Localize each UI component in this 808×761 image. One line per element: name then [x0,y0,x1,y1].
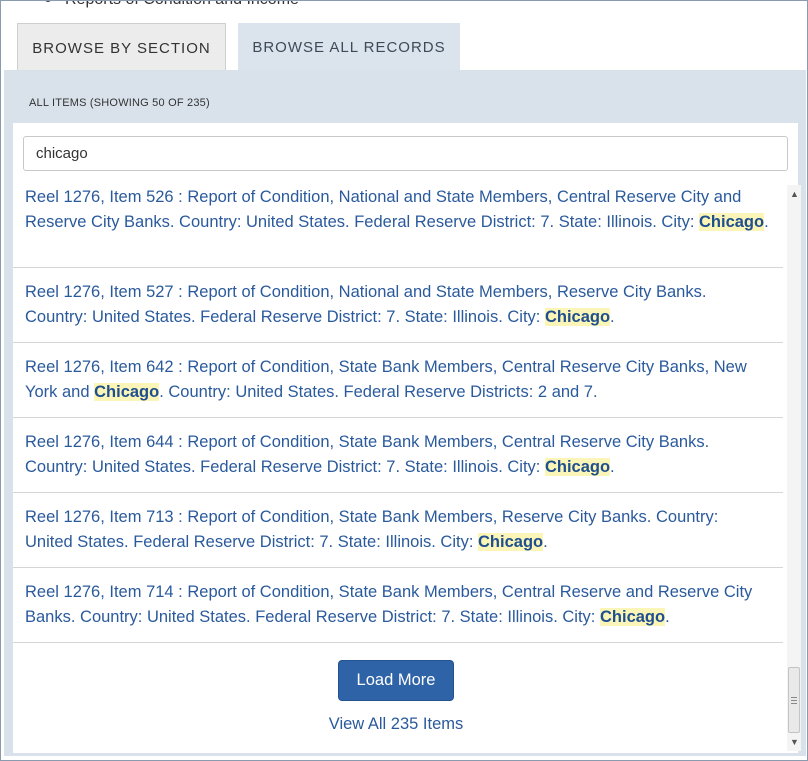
record-text-end: . Country: United States. Federal Reserv… [159,383,598,401]
record-text: Reel 1276, Item 526 : Report of Conditio… [25,188,742,231]
record-text-end: . [610,308,615,326]
record-text: Reel 1276, Item 713 : Report of Conditio… [25,508,719,551]
load-more-button[interactable]: Load More [338,660,454,701]
record-text-end: . [610,458,615,476]
records-list: Reel 1276, Item 526 : Report of Conditio… [13,183,783,643]
record-link[interactable]: Reel 1276, Item 644 : Report of Conditio… [25,430,769,480]
search-highlight: Chicago [478,533,544,551]
scroll-up-arrow-icon[interactable]: ▲ [790,189,799,199]
filter-search-input[interactable] [23,136,788,171]
list-item: Reel 1276, Item 526 : Report of Conditio… [13,183,783,268]
record-text-end: . [543,533,548,551]
items-count-header: ALL ITEMS (SHOWING 50 OF 235) [29,97,210,109]
list-item: Reel 1276, Item 642 : Report of Conditio… [13,343,783,418]
record-link[interactable]: Reel 1276, Item 527 : Report of Conditio… [25,280,769,330]
tab-browse-all-records[interactable]: Browse All Records [238,23,460,71]
previous-list-item-text[interactable]: Reports of Condition and Income [65,1,299,9]
record-text-end: . [665,608,670,626]
list-scrollbar[interactable]: ▲ ▼ [787,185,801,751]
list-item: Reel 1276, Item 644 : Report of Conditio… [13,418,783,493]
list-item: Reel 1276, Item 714 : Report of Conditio… [13,568,783,643]
search-highlight: Chicago [544,458,611,476]
search-highlight: Chicago [544,308,611,326]
tab-browse-by-section[interactable]: Browse by Section [17,23,226,72]
search-highlight: Chicago [94,383,160,401]
search-highlight: Chicago [699,213,765,231]
browse-widget: Reports of Condition and Income Browse b… [0,0,808,761]
record-link[interactable]: Reel 1276, Item 713 : Report of Conditio… [25,505,769,555]
list-item: Reel 1276, Item 527 : Report of Conditio… [13,268,783,343]
record-link[interactable]: Reel 1276, Item 526 : Report of Conditio… [25,185,769,235]
scroll-down-arrow-icon[interactable]: ▼ [790,737,799,747]
tab-bar: Browse by Section Browse All Records [1,23,807,72]
previous-list-item: Reports of Condition and Income [1,1,807,9]
grip-icon [791,697,797,704]
records-panel: ALL ITEMS (SHOWING 50 OF 235) Reel 1276,… [4,70,806,756]
list-item: Reel 1276, Item 713 : Report of Conditio… [13,493,783,568]
records-content: Reel 1276, Item 526 : Report of Conditio… [13,123,801,753]
scrollbar-thumb[interactable] [788,667,800,733]
search-highlight: Chicago [599,608,666,626]
record-link[interactable]: Reel 1276, Item 714 : Report of Conditio… [25,580,769,630]
bullet-icon [45,1,51,2]
record-link[interactable]: Reel 1276, Item 642 : Report of Conditio… [25,355,769,405]
record-text-end: . [764,213,769,231]
view-all-items-link[interactable]: View All 235 Items [13,715,779,734]
